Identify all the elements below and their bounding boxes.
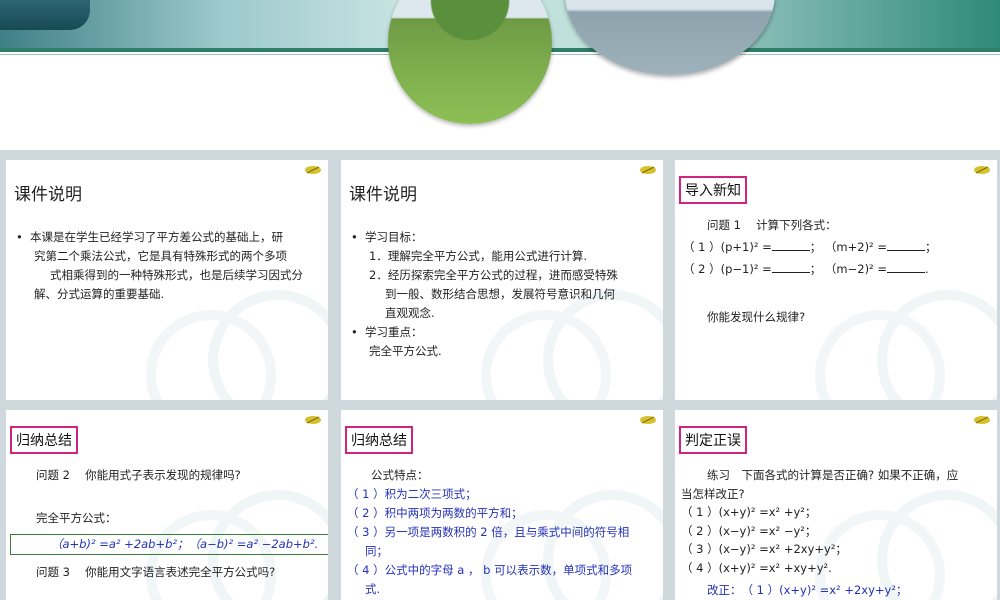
leaf-decoration-icon bbox=[974, 416, 990, 424]
leaf-decoration-icon bbox=[640, 166, 656, 174]
slide-content: 问题 2 你能用式子表示发现的规律吗? 完全平方公式： （a+b)² =a² +… bbox=[10, 466, 328, 582]
exercise-text: 当怎样改正? bbox=[681, 486, 745, 501]
slide-thumbnail-1[interactable]: 课件说明 本课是在学生已经学习了平方差公式的基础上，研 究第二个乘法公式，它是具… bbox=[6, 160, 328, 400]
slide-title: 课件说明 bbox=[349, 185, 417, 205]
expr: （ 2 ）(p−1)² = bbox=[683, 262, 772, 276]
question-text: 问题 1 计算下列各式： bbox=[707, 218, 837, 232]
expr: ； （m−2)² = bbox=[809, 262, 887, 276]
feature-item: （ 4 ）公式中的字母 a ， b 可以表示数，单项式和多项 bbox=[347, 563, 633, 577]
slide-thumbnail-4[interactable]: 归纳总结 问题 2 你能用式子表示发现的规律吗? 完全平方公式： （a+b)² … bbox=[6, 410, 328, 600]
key-point-label: 学习重点： bbox=[349, 323, 655, 342]
key-point-text: 完全平方公式. bbox=[369, 344, 442, 358]
exercise-row-2: （ 2 ）(p−1)² = ； （m−2)² =. bbox=[683, 258, 989, 280]
leaf-decoration-icon bbox=[305, 166, 321, 174]
correction-text: 改正： （ 1 ）(x+y)² =x² +2xy+y²； bbox=[707, 583, 908, 597]
goal-item: 1．理解完全平方公式，能用公式进行计算. bbox=[369, 249, 587, 263]
slide-content: 公式特点： （ 1 ）积为二次三项式； （ 2 ）积中两项为两数的平方和； （ … bbox=[347, 466, 655, 599]
slide-thumbnail-3[interactable]: 导入新知 问题 1 计算下列各式： （ 1 ）(p+1)² = ； （m+2)² … bbox=[675, 160, 997, 400]
answer-blank[interactable] bbox=[771, 260, 810, 273]
question-text: 你能发现什么规律? bbox=[707, 310, 806, 324]
goal-item: 2．经历探索完全平方公式的过程，进而感受特殊 bbox=[369, 268, 618, 282]
bullet-text: 解、分式运算的重要基础. bbox=[34, 287, 165, 301]
feature-item: （ 2 ）积中两项为两数的平方和； bbox=[347, 506, 523, 520]
feature-item: （ 3 ）另一项是两数积的 2 倍，且与乘式中间的符号相 bbox=[347, 525, 630, 539]
park-photo-circle bbox=[388, 0, 552, 124]
slide-thumbnail-6[interactable]: 判定正误 练习 下面各式的计算是否正确? 如果不正确，应 当怎样改正? （ 1 … bbox=[675, 410, 997, 600]
question-text: 问题 3 你能用文字语言表述完全平方公式吗? bbox=[36, 565, 276, 579]
feature-item: （ 1 ）积为二次三项式； bbox=[347, 487, 477, 501]
leaf-decoration-icon bbox=[974, 166, 990, 174]
slide-content: 本课是在学生已经学习了平方差公式的基础上，研 究第二个乘法公式，它是具有特殊形式… bbox=[14, 228, 320, 304]
answer-blank[interactable] bbox=[886, 238, 925, 251]
formula-label: 完全平方公式： bbox=[36, 511, 117, 525]
expr: . bbox=[924, 262, 929, 276]
leaf-decoration-icon bbox=[305, 416, 321, 424]
equation-item: （ 2 ）(x−y)² =x² −y²； bbox=[681, 523, 817, 538]
bullet-text: 式相乘得到的一种特殊形式，也是后续学习因式分 bbox=[50, 268, 303, 282]
feature-item: 式. bbox=[365, 582, 381, 596]
boat-image bbox=[0, 0, 90, 30]
feature-item: 同； bbox=[365, 544, 388, 558]
equation-item: （ 3 ）(x−y)² =x² +2xy+y²； bbox=[681, 542, 847, 556]
bullet-text: 本课是在学生已经学习了平方差公式的基础上，研 bbox=[14, 228, 320, 247]
equation-item: （ 4 ）(x+y)² =x² +xy+y². bbox=[681, 560, 832, 575]
formula-box: （a+b)² =a² +2ab+b²；（a−b)² =a² −2ab+b². bbox=[10, 534, 328, 555]
slide-title: 归纳总结 bbox=[10, 426, 78, 454]
top-slide-preview[interactable] bbox=[0, 0, 1000, 150]
leaf-decoration-icon bbox=[640, 416, 656, 424]
slide-title: 课件说明 bbox=[14, 185, 82, 205]
expr: （ 1 ）(p+1)² = bbox=[683, 240, 772, 254]
slide-thumbnail-5[interactable]: 归纳总结 公式特点： （ 1 ）积为二次三项式； （ 2 ）积中两项为两数的平方… bbox=[341, 410, 663, 600]
slide-title: 判定正误 bbox=[679, 426, 747, 454]
slide-content: 练习 下面各式的计算是否正确? 如果不正确，应 当怎样改正? （ 1 ）(x+y… bbox=[681, 466, 989, 600]
slide-content: 学习目标： 1．理解完全平方公式，能用公式进行计算. 2．经历探索完全平方公式的… bbox=[349, 228, 655, 361]
exercise-row-1: （ 1 ）(p+1)² = ； （m+2)² = ； bbox=[683, 236, 989, 258]
bullet-text: 究第二个乘法公式，它是具有特殊形式的两个多项 bbox=[34, 249, 287, 263]
answer-blank[interactable] bbox=[886, 260, 925, 273]
question-text: 问题 2 你能用式子表示发现的规律吗? bbox=[36, 468, 241, 482]
learning-goals-label: 学习目标： bbox=[349, 228, 655, 247]
slide-content: 问题 1 计算下列各式： （ 1 ）(p+1)² = ； （m+2)² = ； （ … bbox=[683, 214, 989, 328]
answer-blank[interactable] bbox=[771, 238, 810, 251]
exercise-text: 练习 下面各式的计算是否正确? 如果不正确，应 bbox=[707, 468, 959, 482]
slide-title: 导入新知 bbox=[679, 176, 747, 204]
goal-item: 直观观念. bbox=[385, 306, 435, 320]
river-photo-circle bbox=[565, 0, 775, 75]
slide-thumbnail-2[interactable]: 课件说明 学习目标： 1．理解完全平方公式，能用公式进行计算. 2．经历探索完全… bbox=[341, 160, 663, 400]
equation-item: （ 1 ）(x+y)² =x² +y²； bbox=[681, 505, 817, 519]
slide-title: 归纳总结 bbox=[345, 426, 413, 454]
expr: ； （m+2)² = bbox=[809, 240, 887, 254]
expr: ； bbox=[924, 240, 937, 254]
goal-item: 到一般、数形结合思想，发展符号意识和几何 bbox=[385, 287, 615, 301]
features-label: 公式特点： bbox=[371, 468, 429, 482]
